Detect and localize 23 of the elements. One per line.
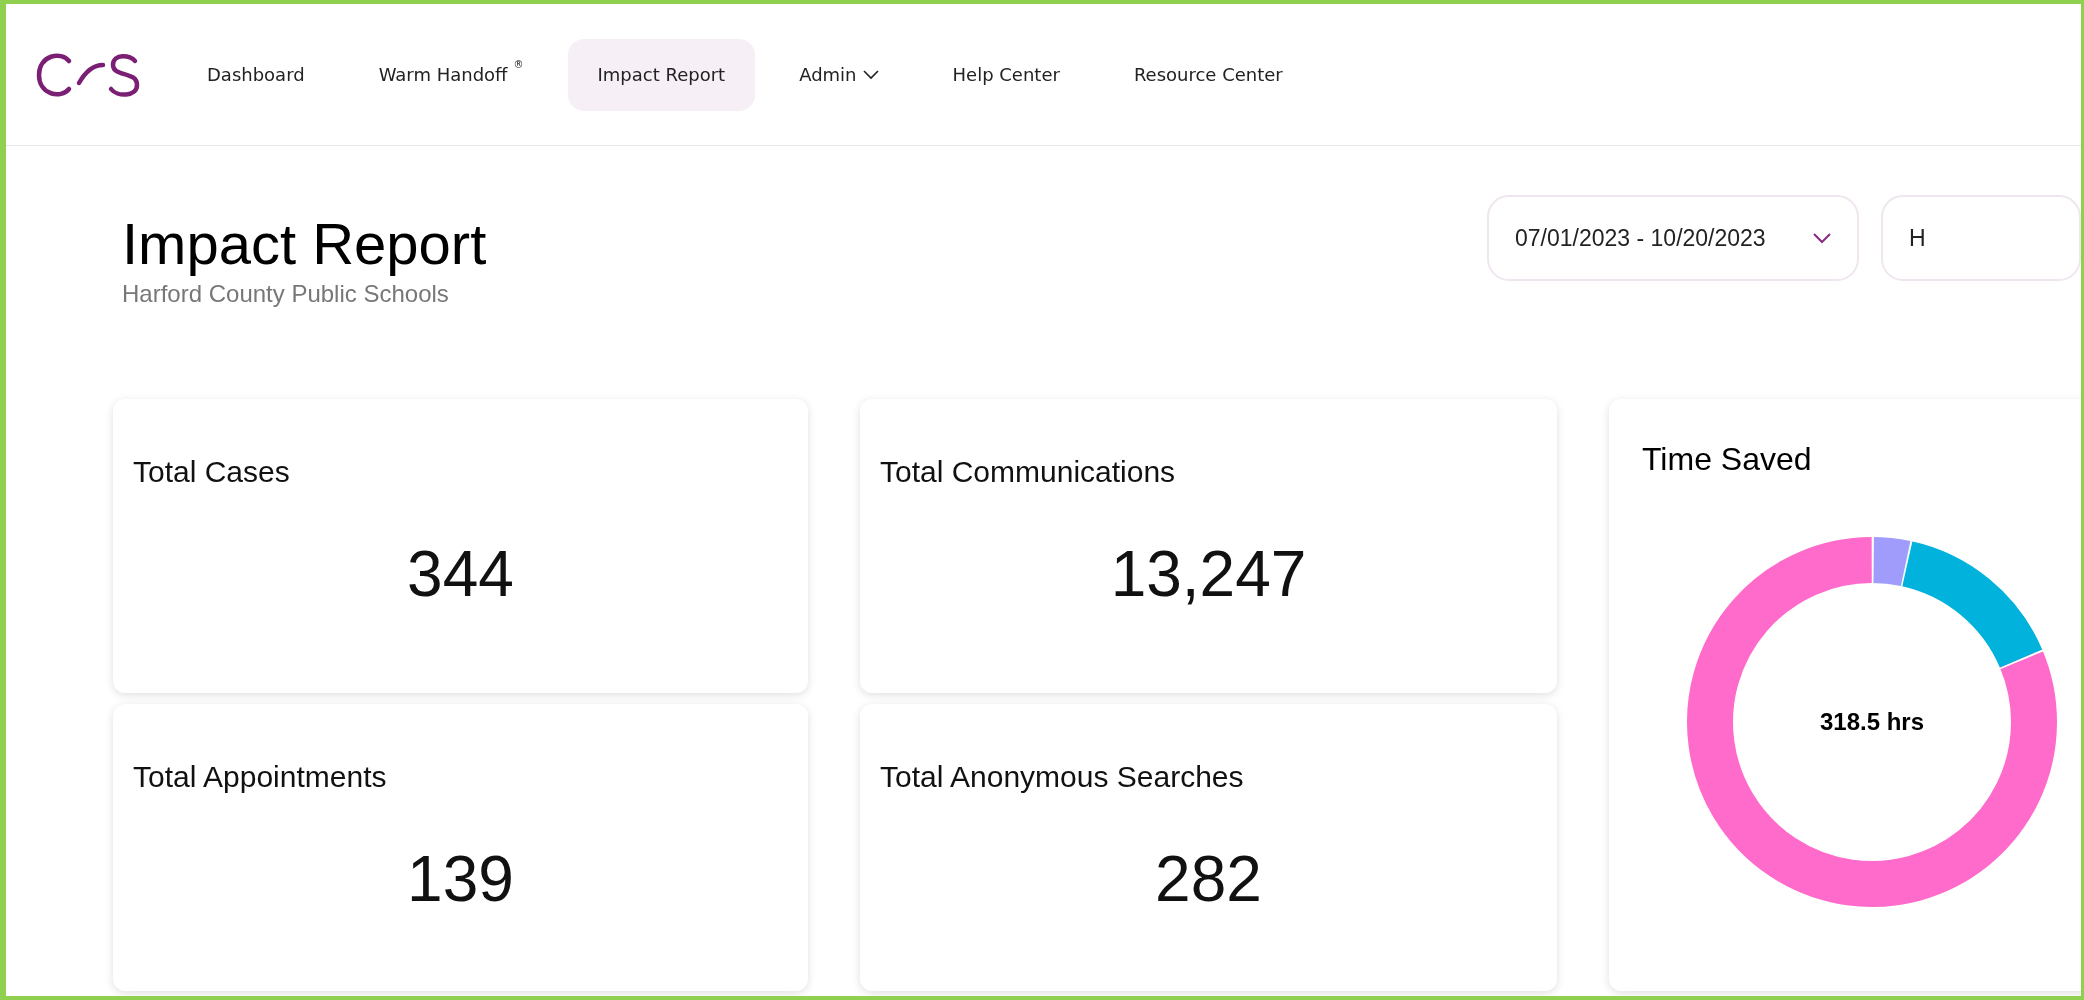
chart-total: 318.5 hrs [1819,708,1925,736]
date-range-dropdown[interactable]: 07/01/2023 - 10/20/2023 [1487,195,1859,281]
stat-value: 139 [406,842,515,916]
nav-tab[interactable]: Resource Center [1103,38,1313,111]
stat-value: 344 [406,537,515,611]
stat-label: Total Appointments [133,760,388,794]
nav-tab[interactable]: Warm Handoff $^{®}$ [348,38,554,111]
nav-tab[interactable]: Dashboard [177,38,335,111]
filter-dropdown[interactable]: H [1881,195,2081,281]
page-title: Impact Report [122,211,488,278]
nav-tab[interactable]: Help Center [922,38,1090,111]
stat-label: Total Communications [880,455,1177,489]
chart-title: Time Saved [1641,440,1813,478]
page-subtitle: Harford County Public Schools [122,279,450,308]
stat-label: Total Anonymous Searches [880,760,1245,794]
stat-value: 13,247 [1109,537,1308,611]
logo-icon [35,50,141,99]
stat-value: 282 [1154,842,1263,916]
chevron-down-icon [862,69,879,80]
nav-tab[interactable]: Impact Report [567,38,756,111]
stat-label: Total Cases [133,455,291,489]
nav-tab[interactable]: Admin [769,38,909,111]
chevron-down-icon [1813,232,1831,244]
